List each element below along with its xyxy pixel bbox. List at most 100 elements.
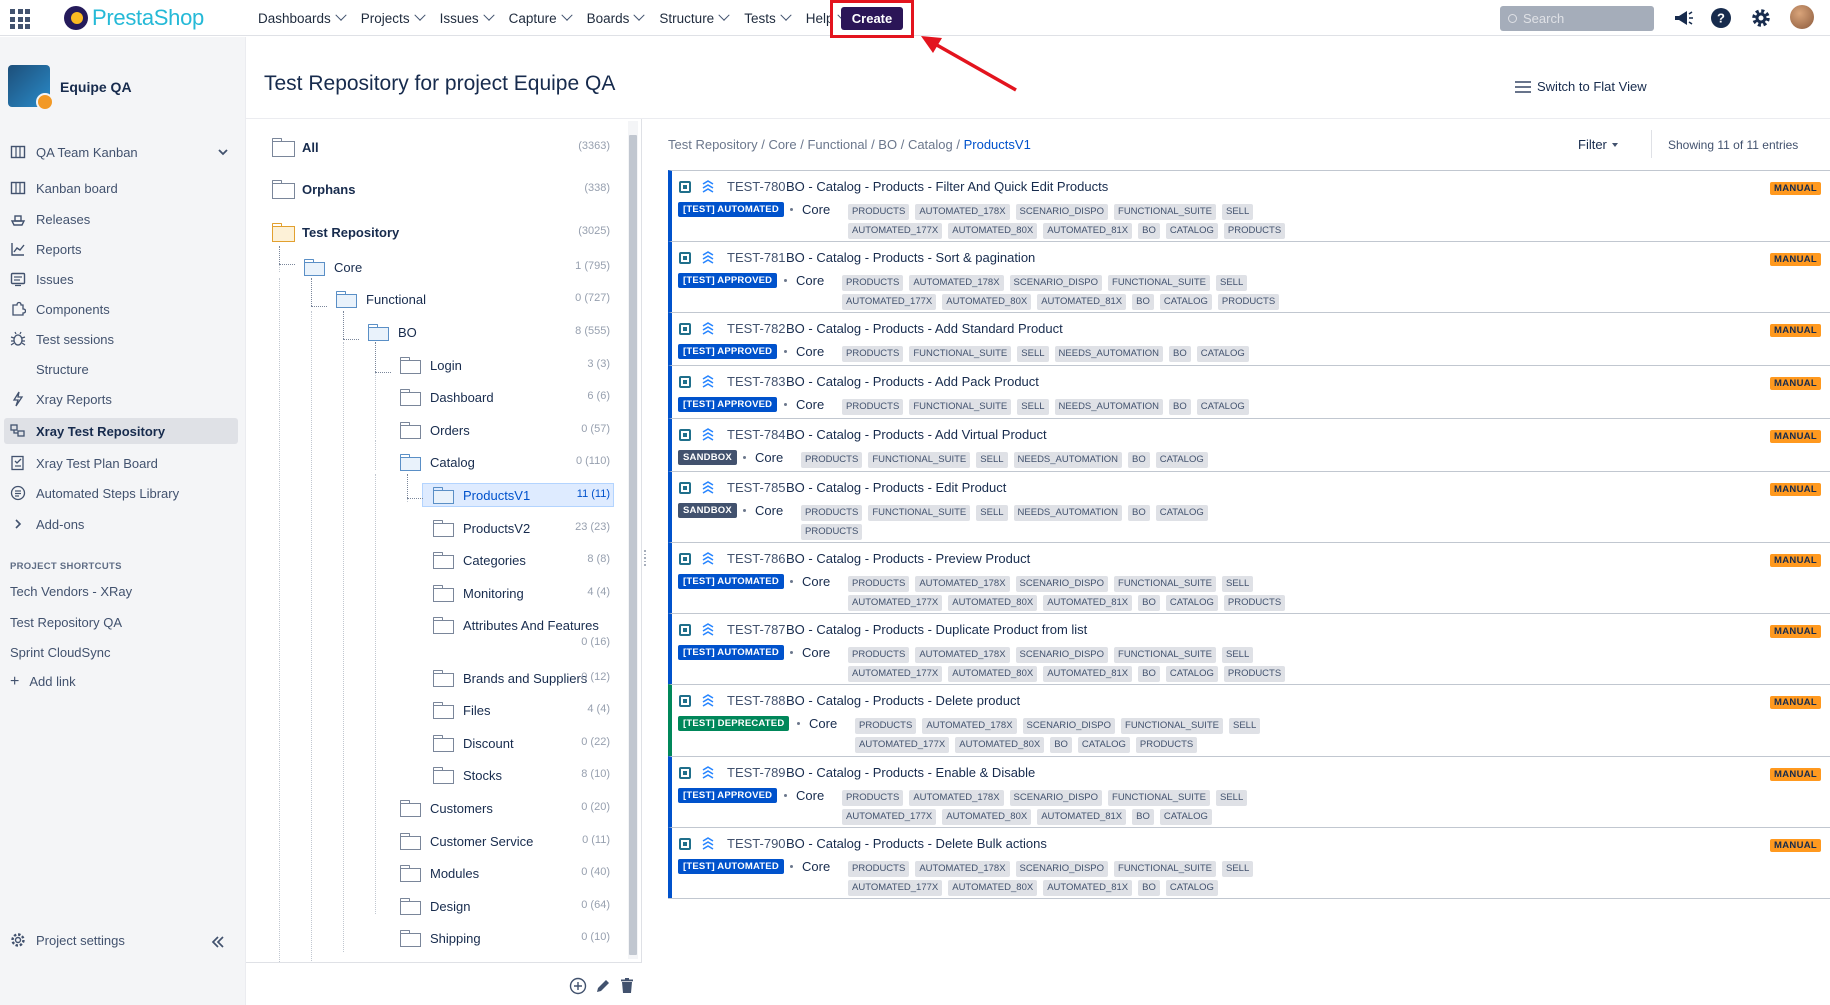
label-tag[interactable]: FUNCTIONAL_SUITE [868,505,971,521]
label-tag[interactable]: CATALOG [1165,595,1218,611]
sidebar-item-xray-test-repository[interactable]: Xray Test Repository [4,418,238,444]
tree-node-discount[interactable]: Discount 0 (22) [433,732,610,754]
test-row[interactable]: TEST-786 BO - Catalog - Products - Previe… [668,542,1830,613]
test-title[interactable]: BO - Catalog - Products - Add Pack Produ… [786,374,1039,389]
test-row[interactable]: TEST-784 BO - Catalog - Products - Add Vi… [668,418,1830,471]
breadcrumb-item[interactable]: Core [768,137,796,152]
menu-boards[interactable]: Boards [579,0,652,36]
test-row[interactable]: TEST-781 BO - Catalog - Products - Sort &… [668,241,1830,312]
label-tag[interactable]: AUTOMATED_178X [909,790,1004,806]
label-tag[interactable]: AUTOMATED_80X [948,595,1038,611]
label-tag[interactable]: PRODUCTS [848,647,910,663]
sidebar-item-structure[interactable]: Structure [4,356,238,382]
label-tag[interactable]: BO [1138,880,1160,896]
label-tag[interactable]: CATALOG [1165,880,1218,896]
test-row[interactable]: TEST-782 BO - Catalog - Products - Add St… [668,312,1830,365]
tree-node-all[interactable]: All (3363) [272,136,610,158]
tree-node-catalog[interactable]: Catalog 0 (110) [400,451,610,473]
sidebar-item-issues[interactable]: Issues [4,266,238,292]
tree-node-customers[interactable]: Customers 0 (20) [400,797,610,819]
test-row[interactable]: TEST-780 BO - Catalog - Products - Filter… [668,170,1830,241]
label-tag[interactable]: PRODUCTS [801,524,863,540]
sidebar-item-reports[interactable]: Reports [4,236,238,262]
filter-button[interactable]: Filter [1578,137,1618,152]
label-tag[interactable]: SCENARIO_DISPO [1015,204,1109,220]
label-tag[interactable]: CATALOG [1196,399,1249,415]
label-tag[interactable]: BO [1132,294,1154,310]
megaphone-icon[interactable] [1672,7,1694,29]
label-tag[interactable]: FUNCTIONAL_SUITE [909,399,1012,415]
app-switcher-icon[interactable] [8,7,30,29]
test-title[interactable]: BO - Catalog - Products - Preview Produc… [786,551,1030,566]
breadcrumb-item[interactable]: Functional [807,137,867,152]
label-tag[interactable]: SELL [1221,861,1254,877]
breadcrumb-item[interactable]: BO [878,137,897,152]
label-tag[interactable]: AUTOMATED_81X [1037,294,1127,310]
gear-icon[interactable] [1750,7,1772,29]
label-tag[interactable]: FUNCTIONAL_SUITE [1108,790,1210,806]
trash-icon[interactable] [618,977,636,995]
test-title[interactable]: BO - Catalog - Products - Delete Bulk ac… [786,836,1047,851]
search-input[interactable]: Search [1500,6,1654,31]
help-icon[interactable]: ? [1710,7,1732,29]
test-title[interactable]: BO - Catalog - Products - Duplicate Prod… [786,622,1087,637]
label-tag[interactable]: CATALOG [1196,346,1249,362]
tree-node-stocks[interactable]: Stocks 8 (10) [433,764,610,786]
test-title[interactable]: BO - Catalog - Products - Enable & Disab… [786,765,1035,780]
project-settings-link[interactable]: Project settings [10,932,125,948]
test-title[interactable]: BO - Catalog - Products - Sort & paginat… [786,250,1035,265]
tree-node-shipping[interactable]: Shipping 0 (10) [400,927,610,949]
label-tag[interactable]: BO [1138,595,1160,611]
menu-projects[interactable]: Projects [353,0,432,36]
label-tag[interactable]: BO [1138,223,1160,239]
breadcrumb-item[interactable]: Test Repository [668,137,758,152]
label-tag[interactable]: NEEDS_AUTOMATION [1013,505,1123,521]
label-tag[interactable]: CATALOG [1159,294,1212,310]
label-tag[interactable]: AUTOMATED_81X [1043,666,1133,682]
label-tag[interactable]: SCENARIO_DISPO [1009,790,1103,806]
label-tag[interactable]: SCENARIO_DISPO [1022,718,1116,734]
add-folder-icon[interactable] [569,977,587,995]
add-link-button[interactable]: + Add link [10,674,76,690]
label-tag[interactable]: BO [1138,666,1160,682]
label-tag[interactable]: PRODUCTS [1223,223,1286,239]
test-key[interactable]: TEST-785 [727,480,786,495]
label-tag[interactable]: SELL [1221,204,1254,220]
tree-node-orders[interactable]: Orders 0 (57) [400,419,610,441]
label-tag[interactable]: SELL [976,505,1008,521]
sidebar-item-automated-steps-library[interactable]: Automated Steps Library [4,480,238,506]
label-tag[interactable]: FUNCTIONAL_SUITE [1121,718,1223,734]
shortcut-link[interactable]: Tech Vendors - XRay [10,584,132,599]
label-tag[interactable]: SCENARIO_DISPO [1015,576,1109,592]
label-tag[interactable]: AUTOMATED_177X [842,809,937,825]
tree-node-brands-and-suppliers[interactable]: Brands and Suppliers 0 (12) [433,667,610,689]
label-tag[interactable]: SCENARIO_DISPO [1009,275,1103,291]
label-tag[interactable]: AUTOMATED_80X [955,737,1045,753]
label-tag[interactable]: AUTOMATED_80X [942,809,1032,825]
create-button[interactable]: Create [841,7,903,30]
tree-node-files[interactable]: Files 4 (4) [433,699,610,721]
label-tag[interactable]: AUTOMATED_81X [1043,223,1133,239]
label-tag[interactable]: NEEDS_AUTOMATION [1013,452,1123,468]
label-tag[interactable]: AUTOMATED_178X [915,576,1010,592]
sidebar-item-releases[interactable]: Releases [4,206,238,232]
menu-structure[interactable]: Structure [651,0,736,36]
label-tag[interactable]: CATALOG [1077,737,1130,753]
label-tag[interactable]: NEEDS_AUTOMATION [1054,399,1164,415]
label-tag[interactable]: PRODUCTS [855,718,917,734]
label-tag[interactable]: SELL [1221,647,1254,663]
label-tag[interactable]: PRODUCTS [848,576,910,592]
tree-node-design[interactable]: Design 0 (64) [400,895,610,917]
label-tag[interactable]: BO [1128,505,1150,521]
label-tag[interactable]: PRODUCTS [1223,595,1286,611]
test-row[interactable]: TEST-788 BO - Catalog - Products - Delete… [668,684,1830,756]
label-tag[interactable]: AUTOMATED_178X [915,647,1010,663]
label-tag[interactable]: BO [1050,737,1072,753]
menu-tests[interactable]: Tests [736,0,798,36]
label-tag[interactable]: AUTOMATED_80X [948,666,1038,682]
label-tag[interactable]: FUNCTIONAL_SUITE [1114,204,1216,220]
sidebar-item-xray-reports[interactable]: Xray Reports [4,386,238,412]
label-tag[interactable]: AUTOMATED_178X [922,718,1017,734]
test-key[interactable]: TEST-789 [727,765,786,780]
label-tag[interactable]: AUTOMATED_177X [848,666,943,682]
